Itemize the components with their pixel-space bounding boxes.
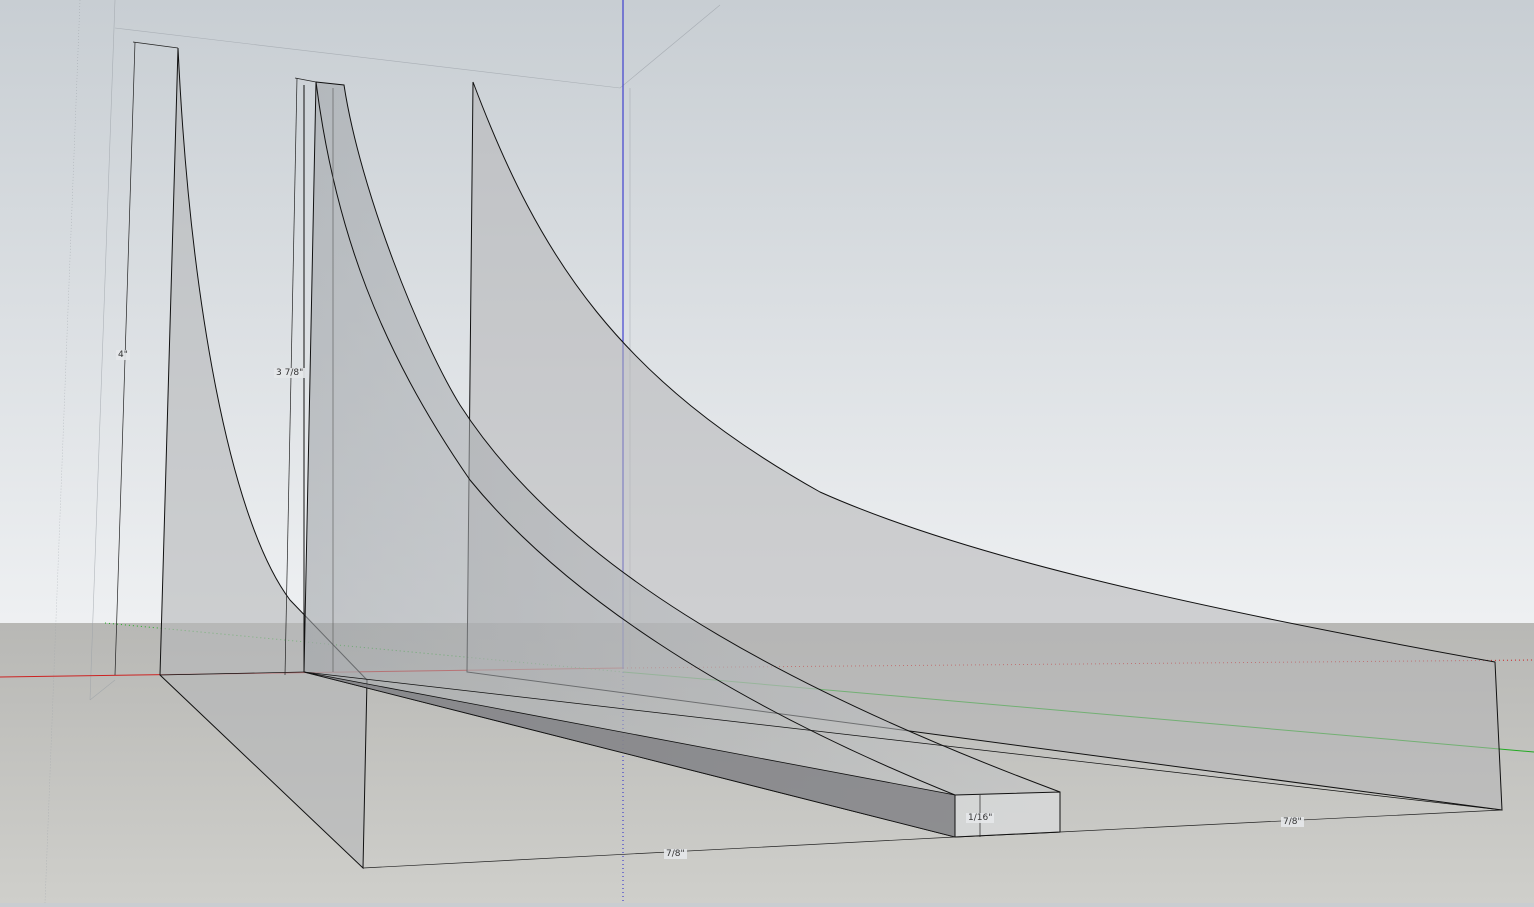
dimension-label-thickness: 1/16" <box>966 813 995 823</box>
dimension-label-height-4: 4" <box>116 350 130 360</box>
dimension-label-width-right: 7/8" <box>1281 817 1304 827</box>
scene-canvas[interactable] <box>0 0 1534 904</box>
model-viewport[interactable]: 4" 3 7/8" 1/16" 7/8" 7/8" <box>0 0 1534 904</box>
dimension-label-height-3-7-8: 3 7/8" <box>274 368 306 378</box>
dimension-label-width-bottom: 7/8" <box>664 849 687 859</box>
